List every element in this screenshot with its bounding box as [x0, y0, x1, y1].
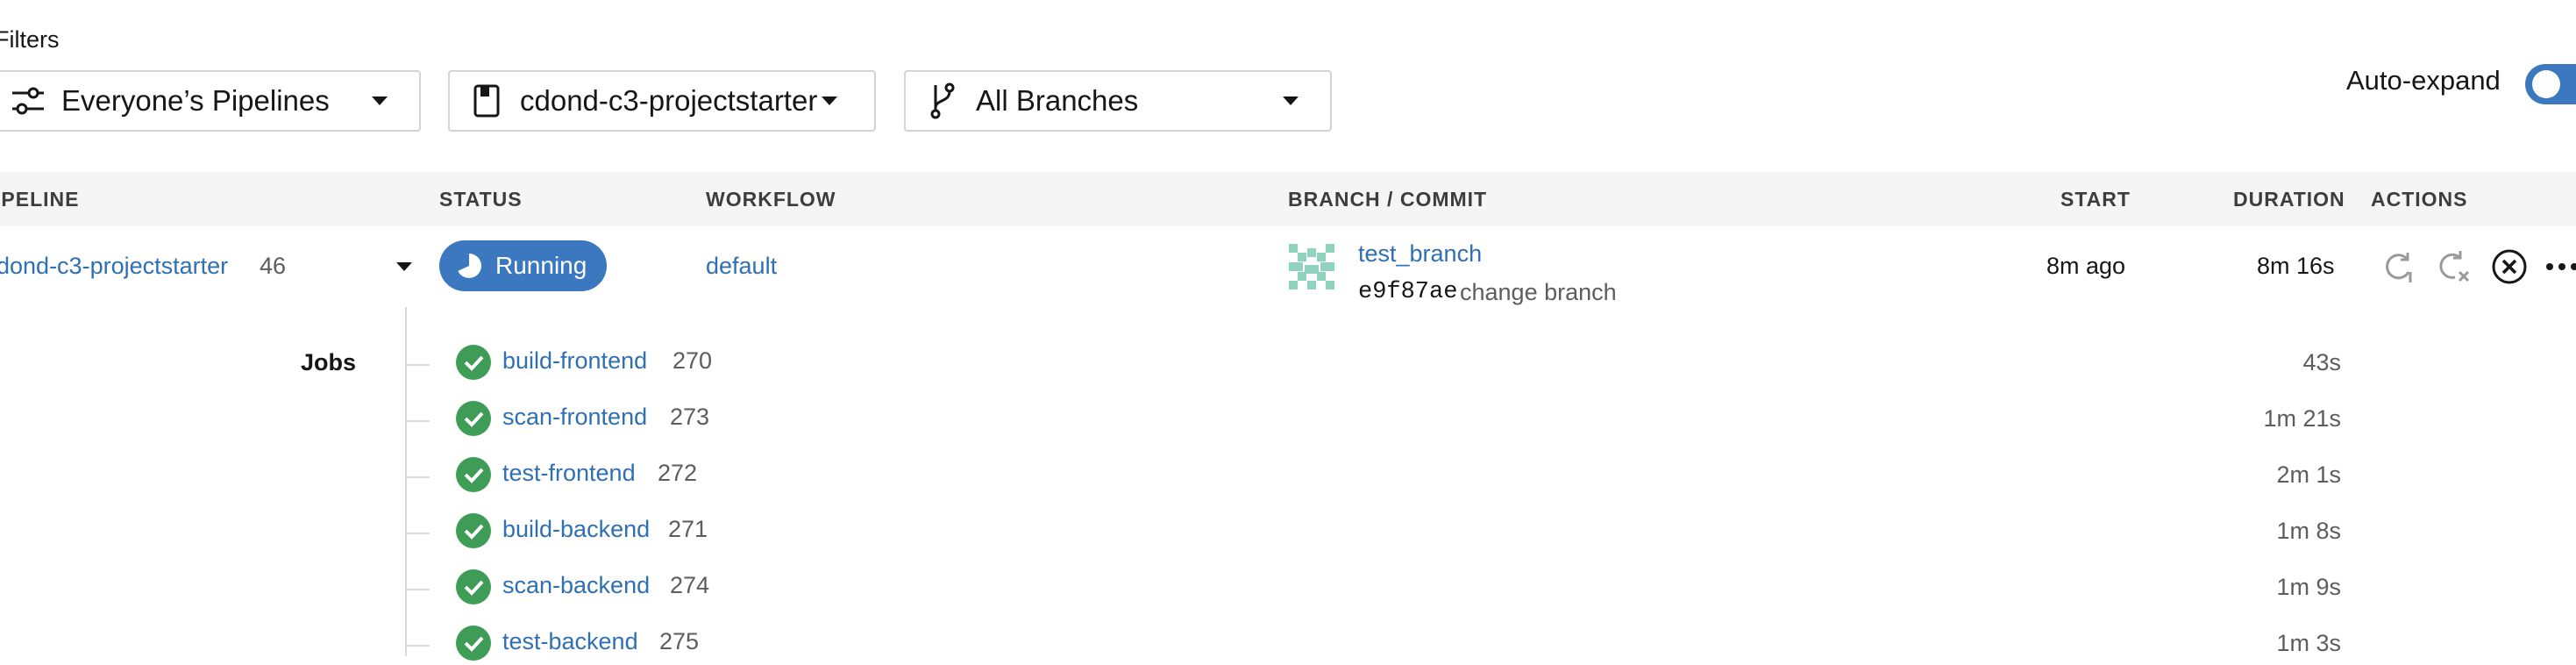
- job-duration: 1m 9s: [2276, 574, 2341, 600]
- header-workflow: WORKFLOW: [706, 188, 836, 211]
- project-filter-dropdown[interactable]: cdond-c3-projectstarter: [448, 70, 876, 132]
- git-branch-icon: [923, 82, 962, 120]
- branches-filter-value: All Branches: [976, 84, 1139, 117]
- running-spinner-icon: [455, 252, 483, 280]
- job-number: 273: [670, 404, 710, 430]
- rerun-icon[interactable]: [2380, 247, 2418, 286]
- job-duration: 43s: [2302, 349, 2341, 375]
- filters-title: Filters: [0, 26, 60, 53]
- job-duration: 2m 1s: [2276, 461, 2341, 488]
- job-duration: 1m 21s: [2263, 405, 2341, 432]
- job-name-link[interactable]: build-frontend: [502, 347, 647, 375]
- more-icon[interactable]: [2541, 247, 2576, 286]
- chevron-down-icon: [822, 97, 837, 105]
- tree-branch: [405, 476, 430, 478]
- book-icon: [467, 82, 506, 120]
- chevron-down-icon: [372, 97, 388, 105]
- status-badge[interactable]: Running: [439, 240, 607, 291]
- branch-link[interactable]: test_branch: [1358, 240, 1482, 268]
- jobs-tree-line: [405, 307, 407, 656]
- header-duration: DURATION: [2233, 188, 2345, 211]
- tree-branch: [405, 533, 430, 534]
- commit-hash[interactable]: e9f87ae: [1358, 279, 1457, 305]
- success-check-icon: [456, 457, 491, 492]
- sliders-icon: [9, 82, 47, 120]
- tree-branch: [405, 364, 430, 366]
- jobs-label: Jobs: [301, 349, 357, 375]
- pipeline-name-link[interactable]: dond-c3-projectstarter: [0, 253, 228, 280]
- workflow-link[interactable]: default: [706, 253, 777, 280]
- job-number: 272: [658, 460, 698, 486]
- success-check-icon: [456, 401, 491, 436]
- success-check-icon: [456, 345, 491, 380]
- project-filter-value: cdond-c3-projectstarter: [520, 84, 818, 117]
- job-duration: 1m 8s: [2276, 518, 2341, 544]
- auto-expand-label: Auto-expand: [2346, 65, 2501, 96]
- duration: 8m 16s: [2257, 253, 2335, 279]
- status-label: Running: [495, 252, 587, 279]
- rerun-failed-icon[interactable]: [2434, 247, 2473, 286]
- header-start: START: [2060, 188, 2131, 211]
- tree-branch: [405, 420, 430, 422]
- pipeline-number: 46: [260, 253, 287, 279]
- auto-expand-toggle[interactable]: [2525, 64, 2576, 104]
- job-duration: 1m 3s: [2276, 630, 2341, 656]
- start-time: 8m ago: [2046, 253, 2126, 279]
- pipelines-filter-dropdown[interactable]: Everyone’s Pipelines: [0, 70, 421, 132]
- toggle-knob: [2532, 70, 2560, 98]
- commit-message: change branch: [1460, 279, 1617, 305]
- success-check-icon: [456, 569, 491, 604]
- header-status: STATUS: [439, 188, 523, 211]
- header-branch-commit: BRANCH / COMMIT: [1288, 188, 1488, 211]
- job-name-link[interactable]: build-backend: [502, 516, 650, 543]
- job-name-link[interactable]: test-backend: [502, 628, 638, 655]
- job-name-link[interactable]: scan-frontend: [502, 404, 647, 431]
- tree-branch: [405, 645, 430, 647]
- avatar: [1289, 244, 1334, 290]
- header-pipeline: IPELINE: [0, 188, 80, 211]
- chevron-down-icon: [1283, 97, 1299, 105]
- expand-chevron-icon[interactable]: [396, 262, 412, 271]
- success-check-icon: [456, 513, 491, 548]
- job-number: 275: [659, 628, 700, 654]
- job-number: 270: [672, 347, 713, 374]
- branches-filter-dropdown[interactable]: All Branches: [904, 70, 1332, 132]
- job-name-link[interactable]: test-frontend: [502, 460, 636, 487]
- job-number: 274: [670, 572, 710, 598]
- success-check-icon: [456, 626, 491, 661]
- pipelines-filter-value: Everyone’s Pipelines: [61, 84, 330, 117]
- tree-branch: [405, 589, 430, 590]
- header-actions: ACTIONS: [2371, 188, 2468, 211]
- cancel-circle-icon[interactable]: [2490, 247, 2529, 286]
- job-number: 271: [668, 516, 708, 542]
- job-name-link[interactable]: scan-backend: [502, 572, 650, 599]
